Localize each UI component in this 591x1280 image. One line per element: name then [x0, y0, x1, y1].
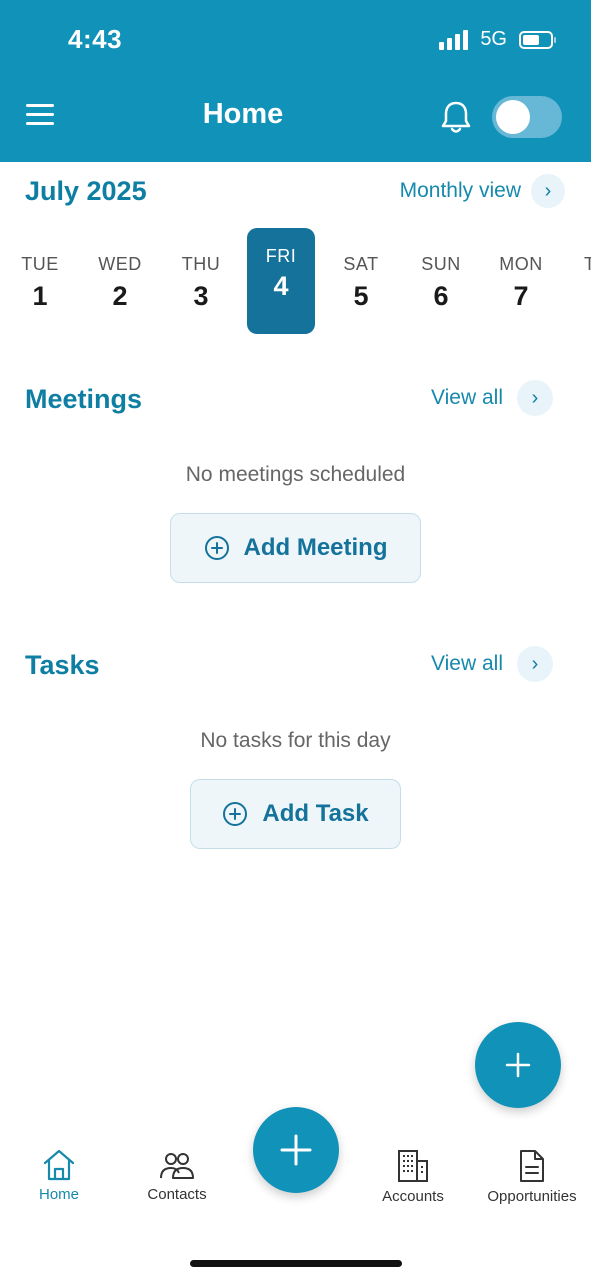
status-indicators: 5G: [439, 28, 556, 51]
nav-label: Accounts: [382, 1188, 444, 1205]
day-number: 3: [193, 281, 209, 311]
add-task-button[interactable]: Add Task: [190, 779, 401, 849]
add-task-label: Add Task: [262, 800, 369, 827]
signal-icon: [439, 29, 469, 50]
quick-add-fab[interactable]: [475, 1022, 561, 1108]
nav-contacts[interactable]: Contacts: [117, 1130, 237, 1203]
notification-button[interactable]: [438, 98, 474, 136]
tasks-empty-text: No tasks for this day: [200, 729, 391, 752]
nav-opportunities[interactable]: Opportunities: [472, 1130, 591, 1205]
header-toggle[interactable]: [492, 96, 562, 138]
tasks-title: Tasks: [25, 650, 100, 680]
chevron-right-icon: ›: [517, 380, 553, 416]
day-partial[interactable]: T: [566, 228, 591, 334]
view-all-label: View all: [431, 386, 503, 409]
day-thu[interactable]: THU 3: [166, 228, 236, 334]
day-sat[interactable]: SAT 5: [326, 228, 396, 334]
month-header: July 2025 Monthly view ›: [25, 174, 565, 214]
month-label: July 2025: [25, 176, 147, 206]
plus-circle-icon: [204, 536, 229, 560]
nav-accounts[interactable]: Accounts: [353, 1130, 473, 1205]
day-name: SAT: [343, 254, 379, 274]
chevron-right-icon: ›: [517, 646, 553, 682]
toggle-knob: [496, 100, 530, 134]
nav-home[interactable]: Home: [0, 1130, 119, 1203]
document-icon: [520, 1150, 544, 1182]
meetings-view-all[interactable]: View all ›: [431, 380, 553, 416]
day-name: MON: [499, 254, 543, 274]
day-number: 2: [112, 281, 128, 311]
plus-circle-icon: [223, 802, 248, 826]
meetings-header: Meetings View all ›: [25, 380, 553, 420]
day-number: 6: [433, 281, 449, 311]
status-time: 4:43: [68, 24, 123, 54]
nav-label: Home: [38, 1186, 79, 1203]
chevron-right-icon: ›: [531, 174, 565, 208]
day-mon[interactable]: MON 7: [486, 228, 556, 334]
plus-icon: [280, 1134, 312, 1166]
day-number: 5: [353, 281, 369, 311]
day-number: 7: [513, 281, 529, 311]
view-all-label: View all: [431, 652, 503, 675]
tasks-header: Tasks View all ›: [25, 646, 553, 686]
day-name: FRI: [265, 246, 297, 266]
monthly-view-label: Monthly view: [399, 179, 521, 202]
monthly-view-link[interactable]: Monthly view ›: [400, 174, 565, 208]
add-meeting-button[interactable]: Add Meeting: [170, 513, 421, 583]
day-number: 4: [273, 271, 289, 301]
bell-icon: [441, 101, 471, 133]
center-add-button[interactable]: [253, 1107, 339, 1193]
day-name: THU: [181, 254, 221, 274]
day-tue[interactable]: TUE 1: [5, 228, 75, 334]
tasks-view-all[interactable]: View all ›: [431, 646, 553, 682]
week-strip: TUE 1 WED 2 THU 3 FRI 4 SAT 5 SUN 6 MON …: [0, 228, 591, 336]
meetings-empty-text: No meetings scheduled: [185, 463, 406, 486]
day-sun[interactable]: SUN 6: [406, 228, 476, 334]
day-number: 1: [32, 281, 48, 311]
add-meeting-label: Add Meeting: [243, 534, 388, 561]
network-type: 5G: [480, 28, 507, 50]
contacts-icon: [160, 1153, 194, 1179]
page-title: Home: [202, 98, 284, 130]
app-header: 4:43 5G Home: [0, 0, 591, 162]
home-indicator: [190, 1260, 402, 1267]
building-icon: [398, 1150, 428, 1182]
plus-icon: [505, 1052, 531, 1078]
home-icon: [43, 1149, 75, 1181]
day-name: TUE: [21, 254, 59, 274]
day-wed[interactable]: WED 2: [85, 228, 155, 334]
day-name: WED: [98, 254, 142, 274]
nav-label: Opportunities: [487, 1188, 577, 1205]
battery-icon: [519, 30, 556, 49]
day-fri-selected[interactable]: FRI 4: [247, 228, 315, 334]
day-name: SUN: [421, 254, 461, 274]
meetings-title: Meetings: [25, 384, 143, 414]
day-name: T: [584, 254, 591, 274]
nav-label: Contacts: [147, 1186, 207, 1203]
